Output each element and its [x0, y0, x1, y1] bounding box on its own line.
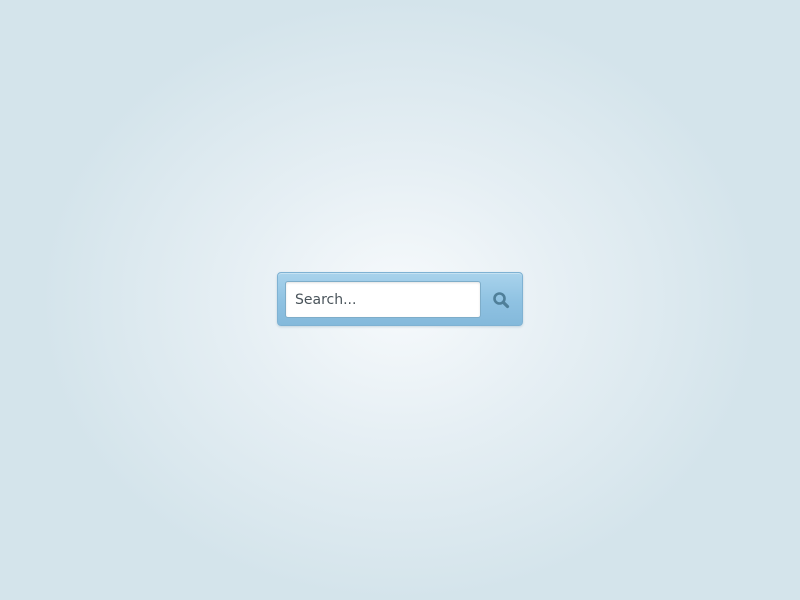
search-button[interactable]	[483, 281, 519, 318]
search-icon	[493, 291, 510, 308]
search-input[interactable]	[285, 281, 481, 318]
search-bar	[277, 272, 523, 326]
page-background	[0, 0, 800, 600]
